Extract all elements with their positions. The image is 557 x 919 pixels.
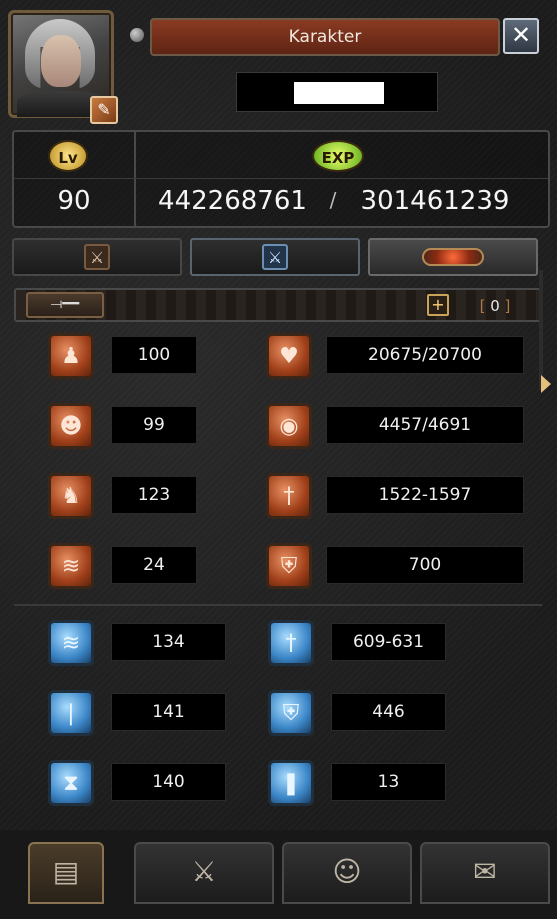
character-window: ✎ Karakter ✕ Lv EXP 90 442268761 / 30146… [0,0,557,919]
skill-sword-icon[interactable]: ⚔ [134,842,274,904]
level-badge-icon: Lv [48,140,88,172]
tab-equipment-2[interactable]: ⚔ [190,238,360,276]
head-icon: ☻ [48,403,94,449]
window-knob-icon [130,28,144,42]
stat-value: 141 [111,693,226,731]
agility-icon: ≋ [48,543,94,589]
stat-value: 134 [111,623,226,661]
emote-icon[interactable]: ☺ [282,842,412,904]
sword-icon[interactable]: ⟞━━ [26,292,104,318]
crossed-swords-icon: ⚔ [84,244,110,270]
move-speed-icon: ≋ [48,620,94,666]
stat-value: 24 [111,546,197,584]
character-card-icon[interactable]: ▤ [28,842,104,904]
character-name-field [294,82,384,104]
window-title: Karakter [150,18,500,56]
defense-icon: ⛨ [266,543,312,589]
attack-speed-icon: ❘ [48,690,94,736]
close-icon[interactable]: ✕ [503,18,539,54]
foot-icon: ♞ [48,473,94,519]
level-value: 90 [57,186,91,216]
level-exp-line [14,178,548,179]
stat-points: 0 [466,292,524,320]
stat-value: 4457/4691 [326,406,524,444]
mana-icon: ◉ [266,403,312,449]
cast-speed-icon: ⧗ [48,760,94,806]
add-stat-button[interactable]: + [427,294,449,316]
stat-separator [14,604,542,606]
stat-value: 123 [111,476,197,514]
stat-value: 609-631 [331,623,446,661]
stat-value: 140 [111,763,226,801]
stat-value: 100 [111,336,197,374]
magic-defense-icon: ⛨ [268,690,314,736]
stat-value: 1522-1597 [326,476,524,514]
exp-required: 301461239 [360,186,510,216]
exp-separator: / [329,188,337,212]
quest-scroll-icon[interactable]: ✉ [420,842,550,904]
crossed-swords-blue-icon: ⚔ [262,244,288,270]
tab-equipment-3[interactable] [368,238,538,276]
magic-attack-icon: † [268,620,314,666]
tab-equipment-1[interactable]: ⚔ [12,238,182,276]
edit-pencil-icon[interactable]: ✎ [90,96,118,124]
exp-badge-icon: EXP [312,140,364,172]
scrollbar[interactable] [539,270,543,390]
gem-ornament-icon [422,248,484,266]
heart-icon: ♥ [266,333,312,379]
level-exp-divider [134,130,136,228]
expand-arrow-icon[interactable] [541,375,551,393]
stat-value: 13 [331,763,446,801]
stat-value: 99 [111,406,197,444]
stat-value: 20675/20700 [326,336,524,374]
attack-icon: † [266,473,312,519]
exp-current: 442268761 [158,186,307,216]
hit-icon: ❚ [268,760,314,806]
stat-value: 700 [326,546,524,584]
stat-value: 446 [331,693,446,731]
body-icon: ♟ [48,333,94,379]
